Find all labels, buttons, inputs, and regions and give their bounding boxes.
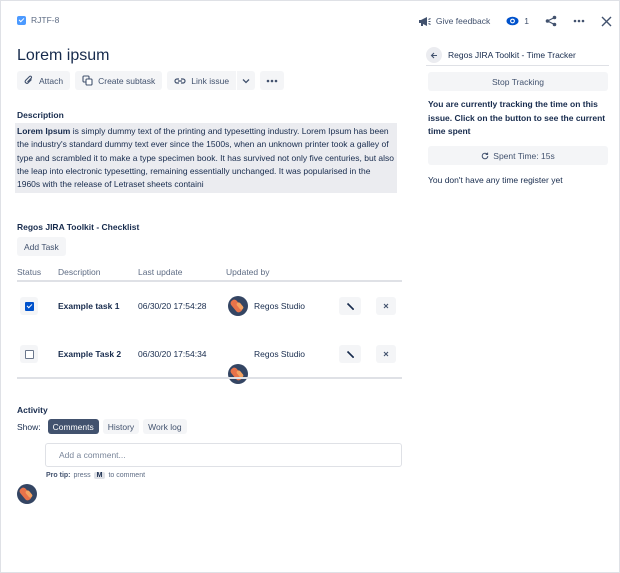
attach-label: Attach <box>39 75 64 86</box>
share-button[interactable] <box>545 15 557 27</box>
create-subtask-label: Create subtask <box>98 75 156 86</box>
column-header-description: Description <box>58 267 101 277</box>
tab-work-log[interactable]: Work log <box>143 419 187 434</box>
delete-task-button[interactable] <box>376 345 396 363</box>
close-button[interactable] <box>601 16 612 27</box>
task-updated-by: Regos Studio <box>254 301 306 311</box>
issue-key-label: RJTF-8 <box>31 15 60 25</box>
pro-tip-key: M <box>93 472 106 479</box>
more-issue-actions-button[interactable] <box>260 71 285 90</box>
close-icon <box>601 16 612 26</box>
description-body: is simply dummy text of the printing and… <box>17 126 395 190</box>
avatar <box>17 484 37 504</box>
avatar <box>228 364 248 384</box>
activity-filter: Show: Comments History Work log <box>17 419 187 434</box>
watchers-button[interactable]: 1 <box>506 16 529 26</box>
description-bold-lead: Lorem Ipsum <box>17 126 71 136</box>
time-tracker-divider <box>426 65 609 66</box>
pencil-icon <box>346 302 354 310</box>
link-issue-dropdown[interactable] <box>237 71 256 90</box>
top-actions: Give feedback 1 <box>402 13 612 29</box>
comment-input[interactable]: Add a comment... <box>45 443 402 467</box>
checklist-heading: Regos JIRA Toolkit - Checklist <box>17 222 140 232</box>
table-bottom-divider <box>17 377 402 379</box>
description-field[interactable]: Lorem Ipsum is simply dummy text of the … <box>15 123 397 193</box>
link-issue-group: Link issue <box>167 71 256 90</box>
stop-tracking-label: Stop Tracking <box>492 76 544 87</box>
back-button[interactable] <box>426 47 442 63</box>
link-issue-label: Link issue <box>191 75 230 86</box>
add-task-button[interactable]: Add Task <box>17 237 66 256</box>
pro-tip-press: press <box>73 472 91 479</box>
column-header-updated-by: Updated by <box>226 267 270 277</box>
task-description[interactable]: Example Task 2 <box>58 349 121 359</box>
give-feedback-label: Give feedback <box>435 16 491 26</box>
more-icon <box>573 19 585 23</box>
more-actions-button[interactable] <box>573 19 585 23</box>
edit-task-button[interactable] <box>339 297 361 315</box>
refresh-icon <box>482 152 489 159</box>
delete-task-button[interactable] <box>376 297 396 315</box>
subtask-icon <box>82 75 93 86</box>
pro-tip-label: Pro tip: <box>46 472 71 479</box>
task-last-update: 06/30/20 17:54:34 <box>138 349 207 359</box>
column-header-last-update: Last update <box>138 267 183 277</box>
pencil-icon <box>346 350 354 358</box>
close-icon <box>383 351 389 357</box>
tab-comments[interactable]: Comments <box>47 419 99 434</box>
more-icon <box>266 79 278 82</box>
pro-tip-suffix: to comment <box>108 472 146 479</box>
activity-heading: Activity <box>17 405 48 415</box>
share-icon <box>545 15 557 27</box>
spent-time-button[interactable]: Spent Time: 15s <box>428 146 608 165</box>
eye-icon <box>506 16 519 26</box>
task-updated-by: Regos Studio <box>254 349 306 359</box>
avatar <box>228 296 248 316</box>
description-heading: Description <box>17 110 64 120</box>
pro-tip: Pro tip: press M to comment <box>46 472 145 479</box>
add-task-label: Add Task <box>24 241 59 252</box>
checkbox-unchecked-icon <box>24 349 34 359</box>
arrow-left-icon <box>430 52 437 58</box>
issue-actions: Attach Create subtask Link issue <box>17 71 285 90</box>
table-header-divider <box>17 280 402 282</box>
column-header-status: Status <box>17 267 42 277</box>
close-icon <box>383 303 389 309</box>
create-subtask-button[interactable]: Create subtask <box>75 71 163 90</box>
task-description[interactable]: Example task 1 <box>58 301 119 311</box>
checkbox-checked-icon <box>24 301 34 311</box>
show-label: Show: <box>17 421 41 432</box>
task-status-checkbox[interactable] <box>20 297 38 315</box>
link-icon <box>174 77 186 84</box>
megaphone-icon <box>418 16 431 26</box>
tab-history[interactable]: History <box>102 419 140 434</box>
attach-button[interactable]: Attach <box>17 71 71 90</box>
tracking-message: You are currently tracking the time on t… <box>428 99 606 136</box>
edit-task-button[interactable] <box>339 345 361 363</box>
time-tracker-title: Regos JIRA Toolkit - Time Tracker <box>448 50 576 60</box>
issue-type-icon <box>17 15 26 25</box>
task-last-update: 06/30/20 17:54:28 <box>138 301 207 311</box>
link-issue-button[interactable]: Link issue <box>167 71 237 90</box>
issue-title[interactable]: Lorem ipsum <box>17 47 109 65</box>
paperclip-icon <box>24 75 33 84</box>
watchers-count: 1 <box>524 16 529 26</box>
task-status-checkbox[interactable] <box>20 345 38 363</box>
no-time-registered-text: You don't have any time register yet <box>428 175 563 185</box>
chevron-down-icon <box>242 78 250 83</box>
spent-time-label: Spent Time: 15s <box>493 150 555 161</box>
give-feedback-button[interactable]: Give feedback <box>418 16 490 27</box>
stop-tracking-button[interactable]: Stop Tracking <box>428 72 608 91</box>
issue-key[interactable]: RJTF-8 <box>17 15 59 25</box>
